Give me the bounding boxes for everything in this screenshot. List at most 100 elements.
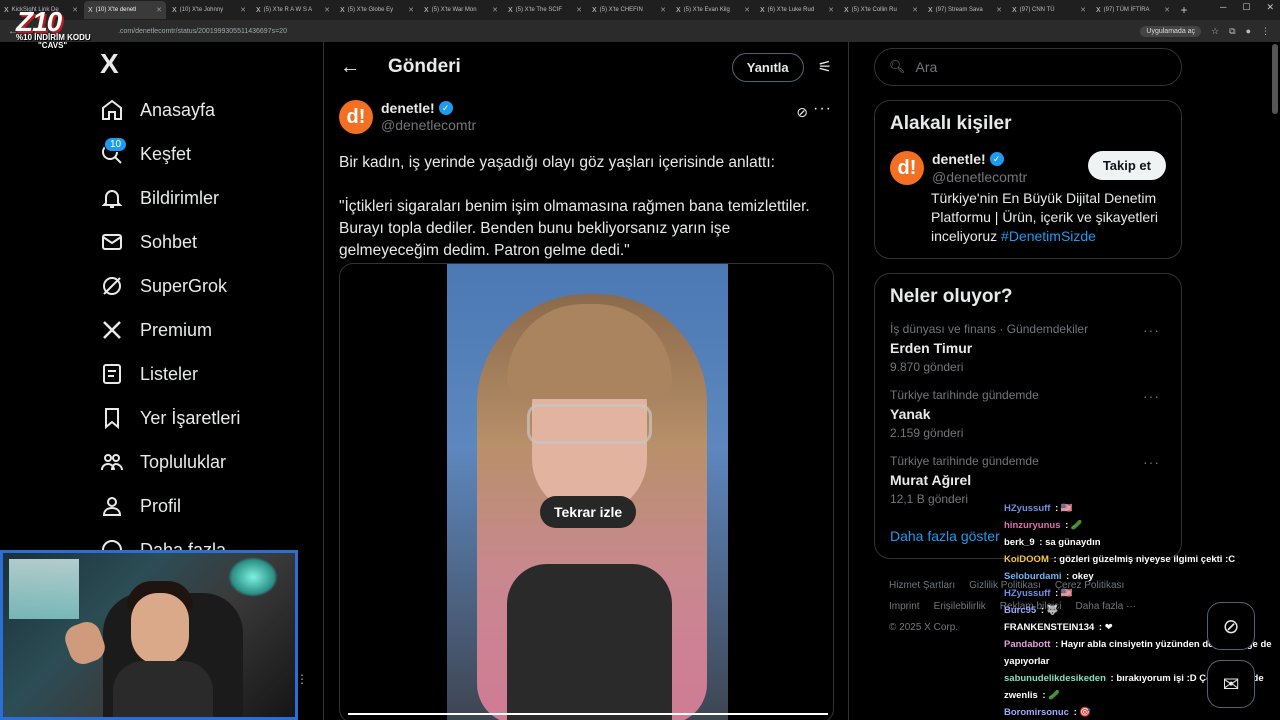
chat-username[interactable]: Seloburdami — [1004, 571, 1062, 582]
chat-username[interactable]: HZyussuff — [1004, 588, 1050, 599]
sliders-icon[interactable]: ⚟ — [818, 57, 832, 77]
footer-link[interactable]: Hizmet Şartları — [889, 580, 955, 591]
back-arrow-icon[interactable]: ← — [340, 56, 388, 79]
search-input[interactable]: 🔍︎ Ara — [874, 48, 1182, 86]
replay-button[interactable]: Tekrar izle — [540, 496, 637, 528]
nav-item-x[interactable]: Premium — [96, 308, 316, 352]
nav-item-bell[interactable]: Bildirimler — [96, 176, 316, 220]
trend-item[interactable]: İş dünyası ve finans · Gündemdekiler Erde… — [890, 322, 1166, 374]
browser-tab[interactable]: X (97) CNN TÜ ✕ — [1008, 1, 1090, 19]
browser-tab[interactable]: X (5) X'te War Mon ✕ — [420, 1, 502, 19]
tab-close-icon[interactable]: ✕ — [492, 6, 498, 14]
avatar[interactable]: d! — [890, 151, 924, 185]
chat-username[interactable]: Burc95 — [1004, 605, 1036, 616]
nav-item-home[interactable]: Anasayfa — [96, 88, 316, 132]
author-name[interactable]: denetle! ✓ — [381, 100, 476, 116]
browser-tab[interactable]: X (5) X'te Evan Kilg ✕ — [672, 1, 754, 19]
nav-item-search[interactable]: Keşfet — [96, 132, 316, 176]
chat-username[interactable]: FRANKENSTEIN134 — [1004, 622, 1094, 633]
extensions-icon[interactable]: ⧉ — [1229, 26, 1235, 37]
nav-label: Anasayfa — [140, 99, 216, 120]
tab-close-icon[interactable]: ✕ — [996, 6, 1002, 14]
browser-tab[interactable]: X (5) X'te CHEFIN ✕ — [588, 1, 670, 19]
tab-close-icon[interactable]: ✕ — [324, 6, 330, 14]
messages-fab-button[interactable]: ✉ — [1207, 660, 1255, 708]
trend-item[interactable]: Türkiye tarihinde gündemde Murat Ağırel 12… — [890, 454, 1166, 506]
bio-hashtag[interactable]: #DenetimSizde — [1001, 228, 1096, 244]
nav-item-list[interactable]: Listeler — [96, 352, 316, 396]
trend-more-icon[interactable]: ··· — [1143, 322, 1160, 338]
open-in-app-button[interactable]: Uygulamada aç — [1140, 25, 1202, 37]
footer-link[interactable]: Imprint — [889, 601, 920, 612]
address-bar: ← → ↻ .com/denetlecomtr/status/200199930… — [0, 20, 1280, 42]
grok-fab-button[interactable]: ⊘ — [1207, 602, 1255, 650]
nav-item-grok[interactable]: SuperGrok — [96, 264, 316, 308]
profile-icon[interactable]: ● — [1246, 26, 1251, 36]
chat-username[interactable]: Boromirsonuc — [1004, 707, 1069, 718]
video-frame[interactable] — [447, 264, 728, 720]
related-person[interactable]: d! denetle! ✓ @denetlecomtr Takip et — [890, 151, 1166, 185]
tab-close-icon[interactable]: ✕ — [744, 6, 750, 14]
author-handle[interactable]: @denetlecomtr — [381, 117, 476, 133]
tab-close-icon[interactable]: ✕ — [240, 6, 246, 14]
trend-item[interactable]: Türkiye tarihinde gündemde Yanak 2.159 gön… — [890, 388, 1166, 440]
related-person-handle[interactable]: @denetlecomtr — [932, 169, 1027, 185]
tab-close-icon[interactable]: ✕ — [408, 6, 414, 14]
tab-close-icon[interactable]: ✕ — [660, 6, 666, 14]
browser-tab[interactable]: X (97) Stream Sava ✕ — [924, 1, 1006, 19]
video-player[interactable]: Tekrar izle — [339, 263, 834, 720]
chat-username[interactable]: hinzuryunus — [1004, 520, 1060, 531]
person-icon — [96, 490, 128, 522]
nav-item-mail[interactable]: Sohbet — [96, 220, 316, 264]
bookmark-star-icon[interactable]: ☆ — [1211, 26, 1219, 37]
browser-tab[interactable]: X (5) X'te The SCIF ✕ — [504, 1, 586, 19]
home-icon — [96, 94, 128, 126]
trend-more-icon[interactable]: ··· — [1143, 454, 1160, 470]
url-field[interactable]: .com/denetlecomtr/status/200199930551143… — [118, 28, 287, 35]
scrollbar[interactable] — [1272, 44, 1278, 114]
tab-close-icon[interactable]: ✕ — [1080, 6, 1086, 14]
tab-close-icon[interactable]: ✕ — [828, 6, 834, 14]
chat-username[interactable]: Pandabott — [1004, 639, 1050, 650]
follow-button[interactable]: Takip et — [1087, 151, 1166, 180]
tab-close-icon[interactable]: ✕ — [156, 6, 162, 14]
nav-item-bookmark[interactable]: Yer İşaretleri — [96, 396, 316, 440]
browser-tab[interactable]: X (5) X'te Globe Ey ✕ — [336, 1, 418, 19]
trend-context: İş dünyası ve finans · Gündemdekiler — [890, 322, 1089, 336]
author-name-text[interactable]: denetle! — [381, 100, 435, 116]
chat-username[interactable]: zwenlis — [1004, 690, 1038, 701]
grok-icon[interactable]: ⊘ — [796, 104, 808, 121]
minimize-icon[interactable]: ─ — [1220, 2, 1226, 13]
tab-close-icon[interactable]: ✕ — [912, 6, 918, 14]
chat-username[interactable]: HZyussuff — [1004, 503, 1050, 514]
trend-more-icon[interactable]: ··· — [1143, 388, 1160, 404]
browser-tab[interactable]: X (5) X'te Collin Ru ✕ — [840, 1, 922, 19]
browser-tab[interactable]: X (10) X'te Johnny ✕ — [168, 1, 250, 19]
browser-tab[interactable]: X (5) X'te R A W S A ✕ — [252, 1, 334, 19]
nav-item-person[interactable]: Profil — [96, 484, 316, 528]
chat-username[interactable]: sabunudelikdesikeden — [1004, 673, 1106, 684]
tab-close-icon[interactable]: ✕ — [1164, 6, 1170, 14]
webcam-overlay — [0, 550, 298, 720]
chat-username[interactable]: berk_9 — [1004, 537, 1035, 548]
browser-tab[interactable]: X (6) X'te Luke Rud ✕ — [756, 1, 838, 19]
video-progress-bar[interactable] — [348, 713, 828, 715]
related-person-name-text[interactable]: denetle! — [932, 151, 986, 167]
browser-tab[interactable]: X (97) TÜM İFTİRA ✕ — [1092, 1, 1174, 19]
close-icon[interactable]: ✕ — [1266, 2, 1274, 13]
tab-close-icon[interactable]: ✕ — [576, 6, 582, 14]
new-tab-button[interactable]: + — [1176, 3, 1192, 17]
list-icon — [96, 358, 128, 390]
nav-label: Yer İşaretleri — [140, 407, 241, 428]
menu-icon[interactable]: ⋮ — [1261, 26, 1270, 37]
footer-link[interactable]: © 2025 X Corp. — [889, 622, 958, 633]
x-logo[interactable]: X — [100, 48, 316, 88]
nav-item-people[interactable]: Topluluklar — [96, 440, 316, 484]
chat-username[interactable]: KoiDOOM — [1004, 554, 1049, 565]
reply-button[interactable]: Yanıtla — [731, 52, 804, 82]
avatar[interactable]: d! — [339, 100, 373, 134]
more-options-icon[interactable]: ··· — [813, 100, 832, 118]
related-person-name[interactable]: denetle! ✓ — [932, 151, 1027, 167]
maximize-icon[interactable]: ☐ — [1242, 2, 1250, 13]
footer-link[interactable]: Erişilebilirlik — [934, 601, 986, 612]
